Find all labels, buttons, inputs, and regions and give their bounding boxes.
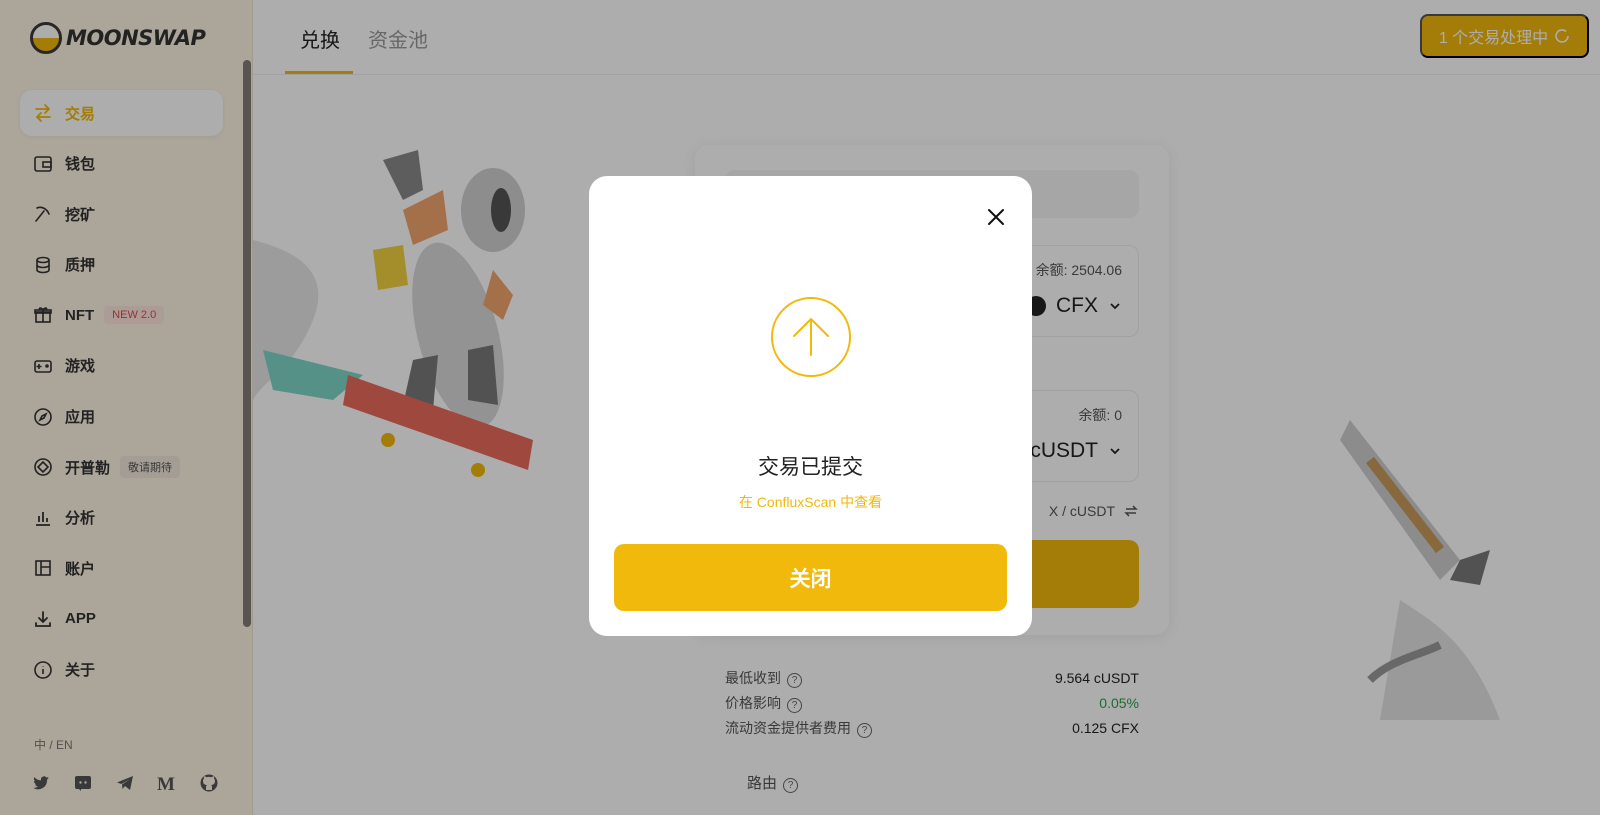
close-button[interactable]: 关闭 — [614, 544, 1007, 611]
modal-title: 交易已提交 — [758, 456, 863, 479]
transaction-submitted-modal: 交易已提交 在 ConfluxScan 中查看 关闭 — [589, 176, 1032, 636]
close-icon[interactable] — [982, 203, 1010, 231]
view-on-confluxscan-link[interactable]: 在 ConfluxScan 中查看 — [589, 492, 1032, 512]
arrow-up-circle-icon — [771, 297, 851, 377]
